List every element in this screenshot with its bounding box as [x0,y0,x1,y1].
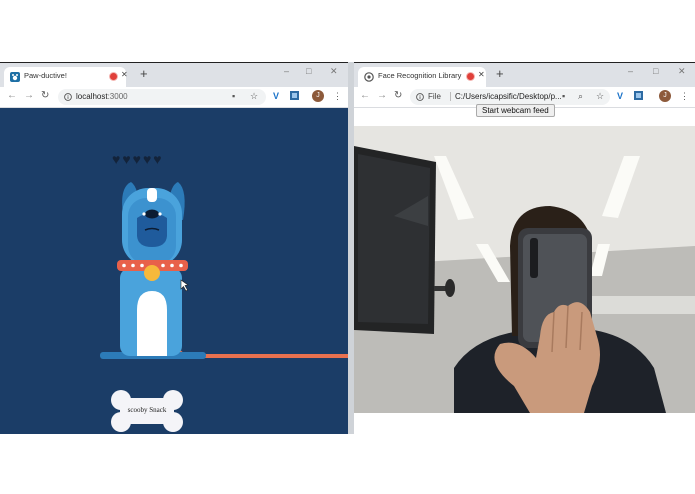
star-bookmark-icon[interactable]: ☆ [250,91,258,102]
browser-window-left: Paw-ductive! ✕ + – □ ✕ ← → ↻ localhost:3… [0,62,348,435]
star-bookmark-icon[interactable]: ☆ [596,91,604,102]
extension-box-icon[interactable] [634,91,643,102]
game-canvas: ♥ ♥ ♥ ♥ ♥ scooby Snack [0,108,348,435]
tab-face-recognition[interactable]: Face Recognition Library ✕ [358,67,486,87]
back-arrow-icon[interactable]: ← [7,90,17,101]
scooby-snack-button[interactable]: scooby Snack [110,388,184,434]
collar-tag [144,265,160,281]
minimize-button[interactable]: – [284,66,289,76]
tab-title: Face Recognition Library [378,71,462,80]
mouse-cursor-icon [180,279,189,292]
minimize-button[interactable]: – [628,66,633,76]
url-port: :3000 [107,92,128,101]
extension-box-icon[interactable] [290,91,299,102]
url-text: C:/Users/icapsific/Desktop/p... [450,92,562,101]
paw-app-icon [10,72,20,82]
menu-kebab-icon[interactable]: ⋮ [680,91,689,102]
tab-strip: Paw-ductive! ✕ + – □ ✕ [0,63,348,87]
url-host: localhost [76,92,108,101]
screen-top-margin [0,0,695,62]
menu-kebab-icon[interactable]: ⋮ [333,91,342,102]
recording-indicator-icon [467,73,474,80]
close-window-button[interactable]: ✕ [330,66,338,77]
browser-window-right: Face Recognition Library ✕ + – □ ✕ ← → ↻… [354,62,695,435]
maximize-button[interactable]: □ [653,66,658,76]
camera-icon[interactable]: ▪ [562,91,565,101]
file-scheme-label: File [428,92,441,101]
dog-character [100,182,348,359]
recording-indicator-icon [110,73,117,80]
dog-nose [145,209,159,219]
forward-arrow-icon[interactable]: → [377,90,387,101]
new-tab-button[interactable]: + [496,66,504,81]
tab-strip: Face Recognition Library ✕ + – □ ✕ [354,63,695,87]
dog-chest [137,291,167,356]
webcam-feed [354,126,695,413]
user-avatar[interactable]: J [312,90,324,102]
screen-bottom-margin [0,434,695,494]
extension-v-icon[interactable]: V [273,91,279,101]
info-icon [64,93,72,101]
browser-toolbar: ← → ↻ localhost:3000 ▪ ☆ V J ⋮ [0,87,348,108]
start-webcam-button[interactable]: Start webcam feed [476,104,555,117]
zoom-icon[interactable]: ⌕ [578,91,583,102]
reload-icon[interactable]: ↻ [41,90,49,101]
user-avatar[interactable]: J [659,90,671,102]
address-bar[interactable]: localhost:3000 ▪ ☆ [58,89,266,105]
dog-head-stripe [147,188,157,202]
tab-title: Paw-ductive! [24,71,67,80]
close-window-button[interactable]: ✕ [678,66,686,77]
new-tab-button[interactable]: + [140,66,148,81]
tab-paw-ductive[interactable]: Paw-ductive! ✕ [4,67,128,87]
url-text: localhost:3000 [76,92,128,101]
camera-icon[interactable]: ▪ [232,91,235,101]
tab-close-icon[interactable]: ✕ [121,70,128,79]
reload-icon[interactable]: ↻ [394,90,402,101]
chrome-page-icon [364,72,374,82]
back-arrow-icon[interactable]: ← [360,90,370,101]
maximize-button[interactable]: □ [306,66,311,76]
webcam-page: Start webcam feed [354,104,695,435]
snack-button-label: scooby Snack [127,406,167,414]
info-icon [416,93,424,101]
forward-arrow-icon[interactable]: → [24,90,34,101]
extension-v-icon[interactable]: V [617,91,623,101]
tab-close-icon[interactable]: ✕ [478,70,485,79]
